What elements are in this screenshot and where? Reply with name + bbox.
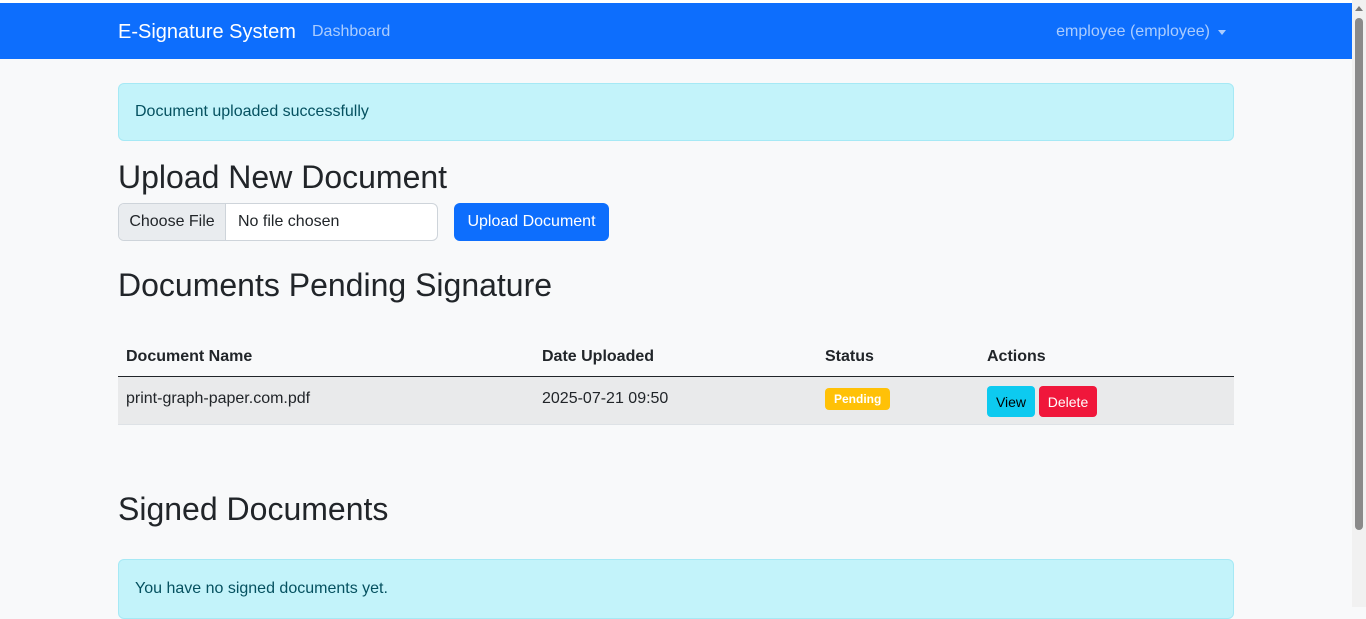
table-row: print-graph-paper.com.pdf 2025-07-21 09:…	[118, 377, 1234, 425]
upload-heading: Upload New Document	[118, 159, 448, 195]
file-chosen-status: No file chosen	[238, 213, 340, 230]
navbar-brand[interactable]: E-Signature System	[118, 19, 296, 45]
column-header-status: Status	[825, 348, 874, 365]
status-badge: Pending	[825, 388, 891, 410]
page-scrollbar[interactable]	[1352, 0, 1366, 607]
choose-file-button[interactable]: Choose File	[119, 204, 226, 240]
delete-button[interactable]: Delete	[1039, 386, 1097, 417]
document-name-cell: print-graph-paper.com.pdf	[126, 390, 311, 407]
pending-heading: Documents Pending Signature	[118, 267, 553, 303]
upload-success-alert: Document uploaded successfully	[118, 83, 1234, 141]
column-header-actions: Actions	[987, 348, 1046, 365]
file-input[interactable]: Choose File No file chosen	[118, 203, 438, 241]
signed-heading: Signed Documents	[118, 491, 389, 527]
nav-link-dashboard[interactable]: Dashboard	[312, 22, 390, 42]
date-uploaded-cell: 2025-07-21 09:50	[542, 390, 669, 407]
pending-documents-table: Document Name Date Uploaded Status Actio…	[118, 336, 1234, 425]
table-header-row: Document Name Date Uploaded Status Actio…	[118, 336, 1234, 377]
upload-document-button[interactable]: Upload Document	[454, 203, 609, 241]
no-signed-documents-alert: You have no signed documents yet.	[118, 559, 1234, 619]
column-header-date-uploaded: Date Uploaded	[542, 348, 655, 365]
scrollbar-thumb[interactable]	[1355, 18, 1363, 530]
view-button[interactable]: View	[987, 386, 1035, 417]
navbar: E-Signature System Dashboard employee (e…	[0, 3, 1352, 59]
chevron-down-icon	[1218, 29, 1226, 35]
column-header-document-name: Document Name	[126, 348, 253, 365]
scroll-up-arrow-icon[interactable]	[1355, 6, 1363, 11]
user-menu-dropdown[interactable]: employee (employee)	[1056, 22, 1226, 42]
user-menu-label: employee (employee)	[1056, 23, 1210, 40]
